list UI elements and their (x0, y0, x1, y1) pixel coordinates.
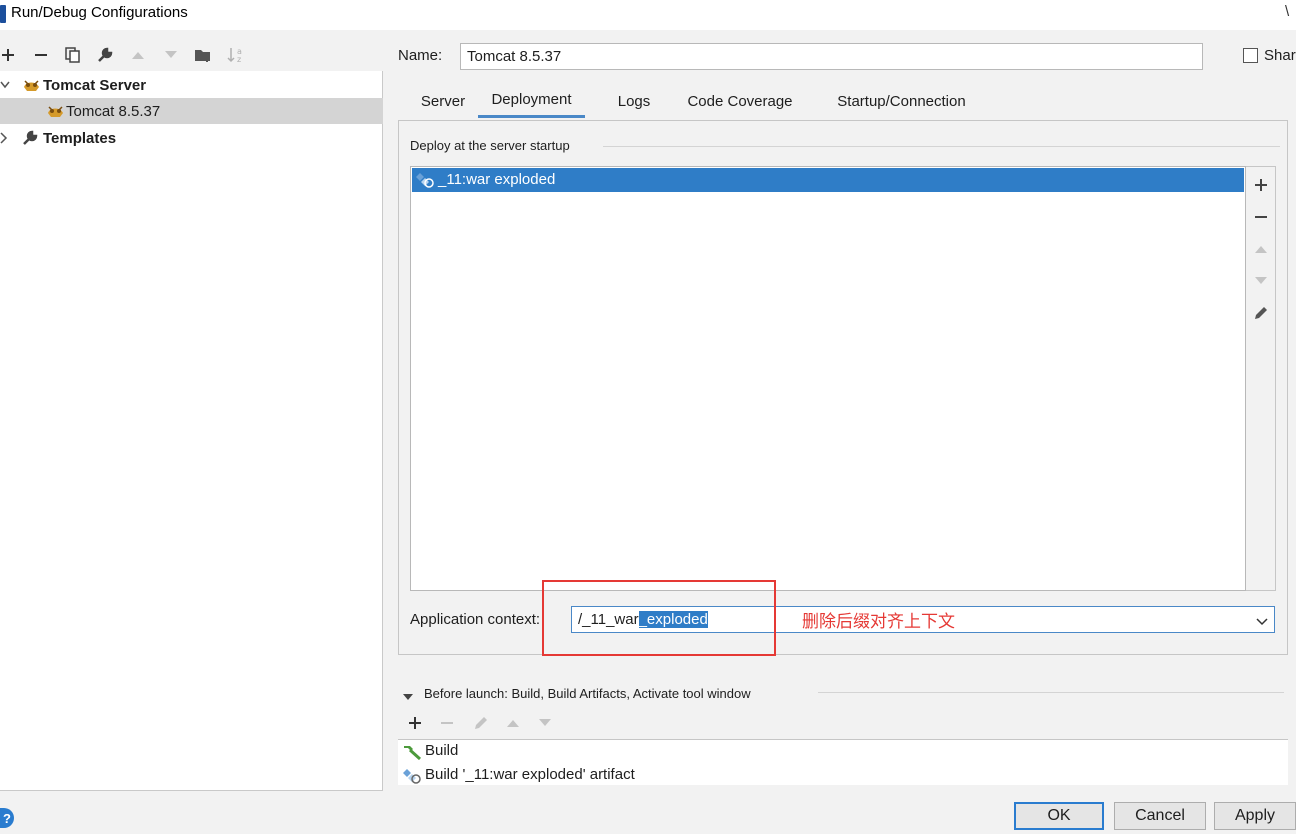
move-down-icon[interactable] (160, 42, 182, 68)
move-down-icon[interactable] (1246, 266, 1276, 296)
remove-icon[interactable] (1246, 202, 1276, 232)
remove-icon[interactable] (30, 42, 52, 68)
remove-icon[interactable] (436, 711, 458, 735)
svg-text:z: z (237, 55, 241, 64)
tab-deployment[interactable]: Deployment (478, 84, 585, 118)
annotation-text: 删除后缀对齐上下文 (802, 612, 955, 632)
application-context-label: Application context: (410, 611, 541, 628)
artifact-icon (402, 767, 422, 789)
help-icon[interactable]: ? (0, 808, 14, 828)
move-up-icon[interactable] (1246, 234, 1276, 264)
tree-group-templates[interactable]: Templates (0, 125, 383, 151)
edit-icon[interactable] (1246, 298, 1276, 328)
hammer-icon (402, 743, 422, 764)
list-item[interactable]: _11:war exploded (412, 168, 1244, 192)
window-title: Run/Debug Configurations (11, 4, 188, 21)
add-icon[interactable] (404, 711, 426, 735)
edit-icon[interactable] (470, 711, 492, 735)
list-side-toolbar (1246, 166, 1276, 591)
folder-add-icon[interactable] (192, 42, 214, 68)
tomcat-icon (46, 103, 65, 119)
before-launch-list: Build Build '_11:war exploded' artifact (398, 739, 1288, 785)
move-up-icon[interactable] (127, 42, 149, 68)
name-label: Name: (398, 47, 443, 64)
chevron-down-icon[interactable] (0, 78, 10, 92)
cancel-button[interactable]: Cancel (1114, 802, 1206, 830)
before-launch-label[interactable]: Before launch: Build, Build Artifacts, A… (424, 686, 751, 701)
tree-item-tomcat-config[interactable]: Tomcat 8.5.37 (0, 98, 383, 124)
annotation-highlight-box (542, 580, 776, 656)
tree-item-label: Tomcat 8.5.37 (66, 103, 161, 120)
share-checkbox[interactable] (1243, 48, 1258, 63)
tree-group-label: Tomcat Server (43, 77, 147, 94)
move-down-icon[interactable] (534, 711, 556, 735)
chevron-down-icon[interactable] (1256, 614, 1268, 631)
tab-server[interactable]: Server (403, 84, 483, 118)
chevron-right-icon[interactable] (0, 131, 10, 145)
sort-alpha-icon[interactable]: az (225, 42, 247, 68)
artifact-icon (415, 171, 435, 193)
title-bar: Run/Debug Configurations \ (0, 0, 1296, 30)
list-item[interactable]: Build (398, 740, 1288, 763)
move-up-icon[interactable] (502, 711, 524, 735)
tab-code-coverage[interactable]: Code Coverage (679, 84, 801, 118)
deployment-list[interactable]: _11:war exploded (410, 166, 1246, 591)
add-icon[interactable] (0, 42, 19, 68)
list-item-label: _11:war exploded (438, 171, 556, 188)
copy-icon[interactable] (62, 42, 84, 68)
config-toolbar: az (0, 42, 384, 70)
tree-templates-label: Templates (43, 130, 117, 147)
wrench-icon[interactable] (94, 42, 116, 68)
config-tree: Tomcat Server Tomcat 8.5.37 Templates (0, 71, 383, 791)
section-divider (603, 146, 1280, 147)
task-label: Build '_11:war exploded' artifact (425, 766, 635, 783)
name-field[interactable] (460, 43, 1203, 70)
close-icon[interactable]: \ (1285, 3, 1289, 20)
section-title: Deploy at the server startup (410, 138, 578, 153)
tab-startup-connection[interactable]: Startup/Connection (825, 84, 978, 118)
share-label: Share (1264, 47, 1296, 64)
list-item[interactable]: Build '_11:war exploded' artifact (398, 764, 1288, 787)
tomcat-icon (22, 77, 41, 93)
tree-group-tomcat-server[interactable]: Tomcat Server (0, 72, 383, 98)
app-icon (0, 5, 6, 23)
wrench-icon (22, 130, 38, 146)
ok-button[interactable]: OK (1014, 802, 1104, 830)
add-icon[interactable] (1246, 170, 1276, 200)
collapse-triangle-icon[interactable] (402, 688, 414, 705)
before-launch-divider (818, 692, 1284, 693)
task-label: Build (425, 742, 459, 759)
apply-button[interactable]: Apply (1214, 802, 1296, 830)
tab-logs[interactable]: Logs (605, 84, 663, 118)
